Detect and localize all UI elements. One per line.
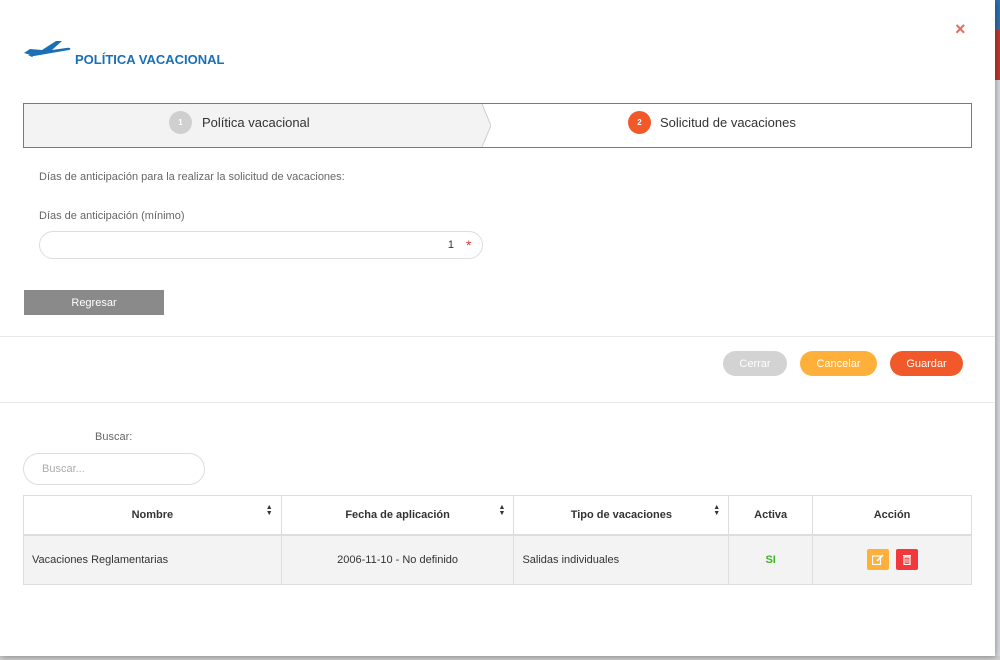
trash-icon <box>902 555 911 566</box>
column-header-accion: Acción <box>812 495 972 536</box>
edit-button[interactable] <box>866 549 889 571</box>
wizard-arrow-icon <box>459 104 491 147</box>
regresar-button[interactable]: Regresar <box>24 290 164 315</box>
sort-icon[interactable]: ▲ ▼ <box>713 504 720 517</box>
table-header-row: Nombre ▲ ▼ Fecha de aplicación ▲ ▼ Tipo de v… <box>23 495 972 536</box>
politica-vacacional-modal: × POLÍTICA VACACIONAL 1 Política vacacio… <box>0 0 995 656</box>
required-mark: * <box>466 237 472 253</box>
airplane-icon <box>24 41 71 57</box>
cerrar-button[interactable]: Cerrar <box>723 351 787 376</box>
table-row: Vacaciones Reglamentarias 2006-11-10 - N… <box>23 534 972 585</box>
cancelar-button[interactable]: Cancelar <box>800 351 877 376</box>
cell-fecha: 2006-11-10 - No definido <box>280 534 515 585</box>
divider <box>0 402 995 403</box>
divider <box>0 336 995 337</box>
column-header-activa: Activa <box>728 495 814 536</box>
cell-activa: SI <box>728 534 814 585</box>
form-description: Días de anticipación para la realizar la… <box>39 171 345 183</box>
dias-anticipacion-label: Días de anticipación (mínimo) <box>39 210 185 222</box>
wizard-step-2-label: Solicitud de vacaciones <box>660 115 796 130</box>
wizard-step-1-number: 1 <box>169 111 192 134</box>
guardar-button[interactable]: Guardar <box>890 351 963 376</box>
wizard-step-1-label: Política vacacional <box>202 115 310 130</box>
column-header-tipo[interactable]: Tipo de vacaciones ▲ ▼ <box>513 495 730 536</box>
cell-nombre: Vacaciones Reglamentarias <box>23 534 282 585</box>
close-icon[interactable]: × <box>955 20 966 38</box>
delete-button[interactable] <box>895 549 918 571</box>
vacaciones-table: Nombre ▲ ▼ Fecha de aplicación ▲ ▼ Tipo de v… <box>23 495 972 585</box>
dias-anticipacion-input[interactable] <box>39 231 483 259</box>
modal-title: POLÍTICA VACACIONAL <box>75 52 225 67</box>
search-label: Buscar: <box>95 431 133 443</box>
edit-icon <box>871 554 884 566</box>
sort-icon[interactable]: ▲ ▼ <box>266 504 273 517</box>
sort-icon[interactable]: ▲ ▼ <box>499 504 506 517</box>
background-page-bottom <box>0 656 1000 660</box>
cell-tipo: Salidas individuales <box>513 534 730 585</box>
wizard-step-2-number: 2 <box>628 111 651 134</box>
column-header-fecha[interactable]: Fecha de aplicación ▲ ▼ <box>280 495 515 536</box>
search-input[interactable] <box>23 453 205 485</box>
wizard-steps: 1 Política vacacional 2 Solicitud de vac… <box>23 103 972 148</box>
cell-accion <box>812 534 972 585</box>
column-header-nombre[interactable]: Nombre ▲ ▼ <box>23 495 282 536</box>
